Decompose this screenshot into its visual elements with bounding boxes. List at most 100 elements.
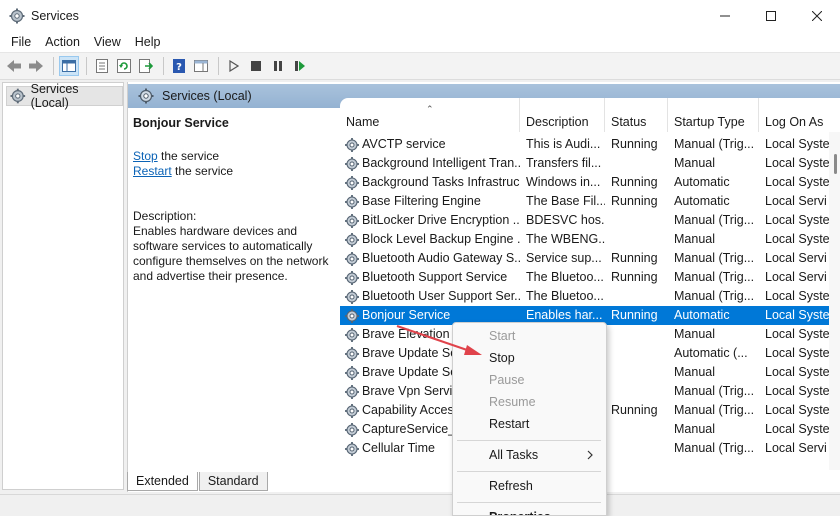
service-status-cell	[611, 287, 668, 306]
service-startup-cell: Manual	[674, 422, 715, 436]
refresh-button[interactable]	[114, 56, 134, 76]
export-list-button[interactable]	[136, 56, 156, 76]
menu-help[interactable]: Help	[128, 35, 168, 49]
context-item-restart[interactable]: Restart	[453, 414, 606, 434]
start-service-button[interactable]	[224, 56, 244, 76]
service-name: Background Intelligent Tran...	[362, 156, 520, 170]
restart-service-button[interactable]	[290, 56, 310, 76]
service-name-cell: Base Filtering Engine	[344, 192, 520, 211]
service-logon-cell: Local Syste	[765, 346, 829, 360]
menu-action[interactable]: Action	[38, 35, 87, 49]
help-book-icon: ?	[173, 59, 185, 73]
context-item-stop[interactable]: Stop	[453, 348, 606, 368]
service-name: Cellular Time	[362, 441, 435, 455]
service-startup-cell: Manual (Trig...	[674, 403, 755, 417]
service-description-cell: Windows in...	[526, 175, 601, 189]
menu-file[interactable]: File	[4, 35, 38, 49]
service-startup-cell: Automatic	[674, 194, 730, 208]
service-name-cell: Background Intelligent Tran...	[344, 154, 520, 173]
service-gear-icon	[345, 308, 359, 323]
column-header-log-on-as[interactable]: Log On As	[759, 98, 840, 132]
service-status-cell	[611, 420, 668, 439]
service-startup-cell: Manual (Trig...	[674, 289, 755, 303]
stop-icon	[251, 61, 261, 71]
service-description-cell: Transfers fil...	[526, 156, 602, 170]
service-name: Base Filtering Engine	[362, 194, 481, 208]
stop-service-link[interactable]: Stop	[133, 149, 158, 163]
scrollbar-thumb[interactable]	[834, 154, 837, 174]
table-row[interactable]: Background Intelligent Tran... Transfers …	[340, 154, 829, 173]
service-name: AVCTP service	[362, 137, 446, 151]
table-row[interactable]: Bluetooth Audio Gateway S... Service sup.…	[340, 249, 829, 268]
context-item-all-tasks[interactable]: All Tasks	[453, 445, 606, 465]
table-row[interactable]: Base Filtering Engine The Base Fil... Runn…	[340, 192, 829, 211]
service-name: Brave Vpn Service	[362, 384, 466, 398]
service-name-cell: Bluetooth Support Service	[344, 268, 520, 287]
service-description-cell: Service sup...	[526, 251, 602, 265]
services-gear-icon	[138, 88, 154, 104]
services-gear-icon	[10, 88, 26, 104]
table-row[interactable]: Bluetooth User Support Ser... The Bluetoo…	[340, 287, 829, 306]
vertical-scrollbar[interactable]	[829, 132, 840, 470]
context-item-properties[interactable]: Properties	[453, 507, 606, 515]
tab-standard[interactable]: Standard	[198, 472, 268, 491]
service-logon-cell: Local Syste	[765, 156, 829, 170]
service-logon-cell: Local Syste	[765, 232, 829, 246]
service-name: Block Level Backup Engine ...	[362, 232, 520, 246]
service-status-cell	[611, 154, 668, 173]
service-description-cell: The Base Fil...	[526, 194, 605, 208]
column-header-status[interactable]: Status	[605, 98, 668, 132]
back-button[interactable]	[4, 56, 24, 76]
table-row[interactable]: Block Level Backup Engine ... The WBENG..…	[340, 230, 829, 249]
service-startup-cell: Manual	[674, 365, 715, 379]
service-name: Bluetooth Audio Gateway S...	[362, 251, 520, 265]
service-status-cell: Running	[611, 308, 658, 322]
forward-button[interactable]	[26, 56, 46, 76]
table-row[interactable]: Bluetooth Support Service The Bluetoo... R…	[340, 268, 829, 287]
context-item-resume[interactable]: Resume	[453, 392, 606, 412]
action-pane-button[interactable]	[191, 56, 211, 76]
toolbar-separator	[86, 57, 87, 75]
service-name: BitLocker Drive Encryption ...	[362, 213, 520, 227]
show-hide-console-tree-button[interactable]	[59, 56, 79, 76]
restart-service-link[interactable]: Restart	[133, 164, 172, 178]
service-startup-cell: Manual (Trig...	[674, 270, 755, 284]
service-startup-cell: Automatic (...	[674, 346, 748, 360]
service-gear-icon	[345, 251, 359, 266]
properties-button[interactable]	[92, 56, 112, 76]
service-startup-cell: Manual (Trig...	[674, 213, 755, 227]
context-item-pause[interactable]: Pause	[453, 370, 606, 390]
table-row[interactable]: Background Tasks Infrastruc... Windows in…	[340, 173, 829, 192]
service-logon-cell: Local Syste	[765, 137, 829, 151]
service-status-cell	[611, 230, 668, 249]
tab-extended[interactable]: Extended	[127, 472, 198, 491]
service-gear-icon	[345, 213, 359, 228]
service-status-cell: Running	[611, 270, 658, 284]
back-arrow-icon	[7, 60, 21, 72]
close-button[interactable]	[794, 0, 840, 31]
minimize-button[interactable]	[702, 0, 748, 31]
service-startup-cell: Manual (Trig...	[674, 384, 755, 398]
maximize-button[interactable]	[748, 0, 794, 31]
menu-view[interactable]: View	[87, 35, 128, 49]
close-icon	[812, 10, 822, 21]
service-startup-cell: Automatic	[674, 175, 730, 189]
help-button[interactable]: ?	[169, 56, 189, 76]
table-row[interactable]: BitLocker Drive Encryption ... BDESVC hos…	[340, 211, 829, 230]
table-row[interactable]: AVCTP service This is Audi... Running Manua…	[340, 135, 829, 154]
column-header-startup-type[interactable]: Startup Type	[668, 98, 759, 132]
service-gear-icon	[345, 346, 359, 361]
export-list-icon	[139, 59, 153, 73]
column-header-name[interactable]: Name	[340, 98, 520, 132]
column-header-description[interactable]: Description	[520, 98, 605, 132]
stop-service-button[interactable]	[246, 56, 266, 76]
context-item-start[interactable]: Start	[453, 326, 606, 346]
service-details-title: Bonjour Service	[133, 116, 229, 130]
refresh-icon	[117, 59, 131, 73]
service-name: CaptureService_9	[362, 422, 463, 436]
tree-item-services-local[interactable]: Services (Local)	[6, 82, 123, 110]
service-logon-cell: Local Syste	[765, 327, 829, 341]
context-item-refresh[interactable]: Refresh	[453, 476, 606, 496]
pause-service-button[interactable]	[268, 56, 288, 76]
service-status-cell: Running	[611, 137, 658, 151]
